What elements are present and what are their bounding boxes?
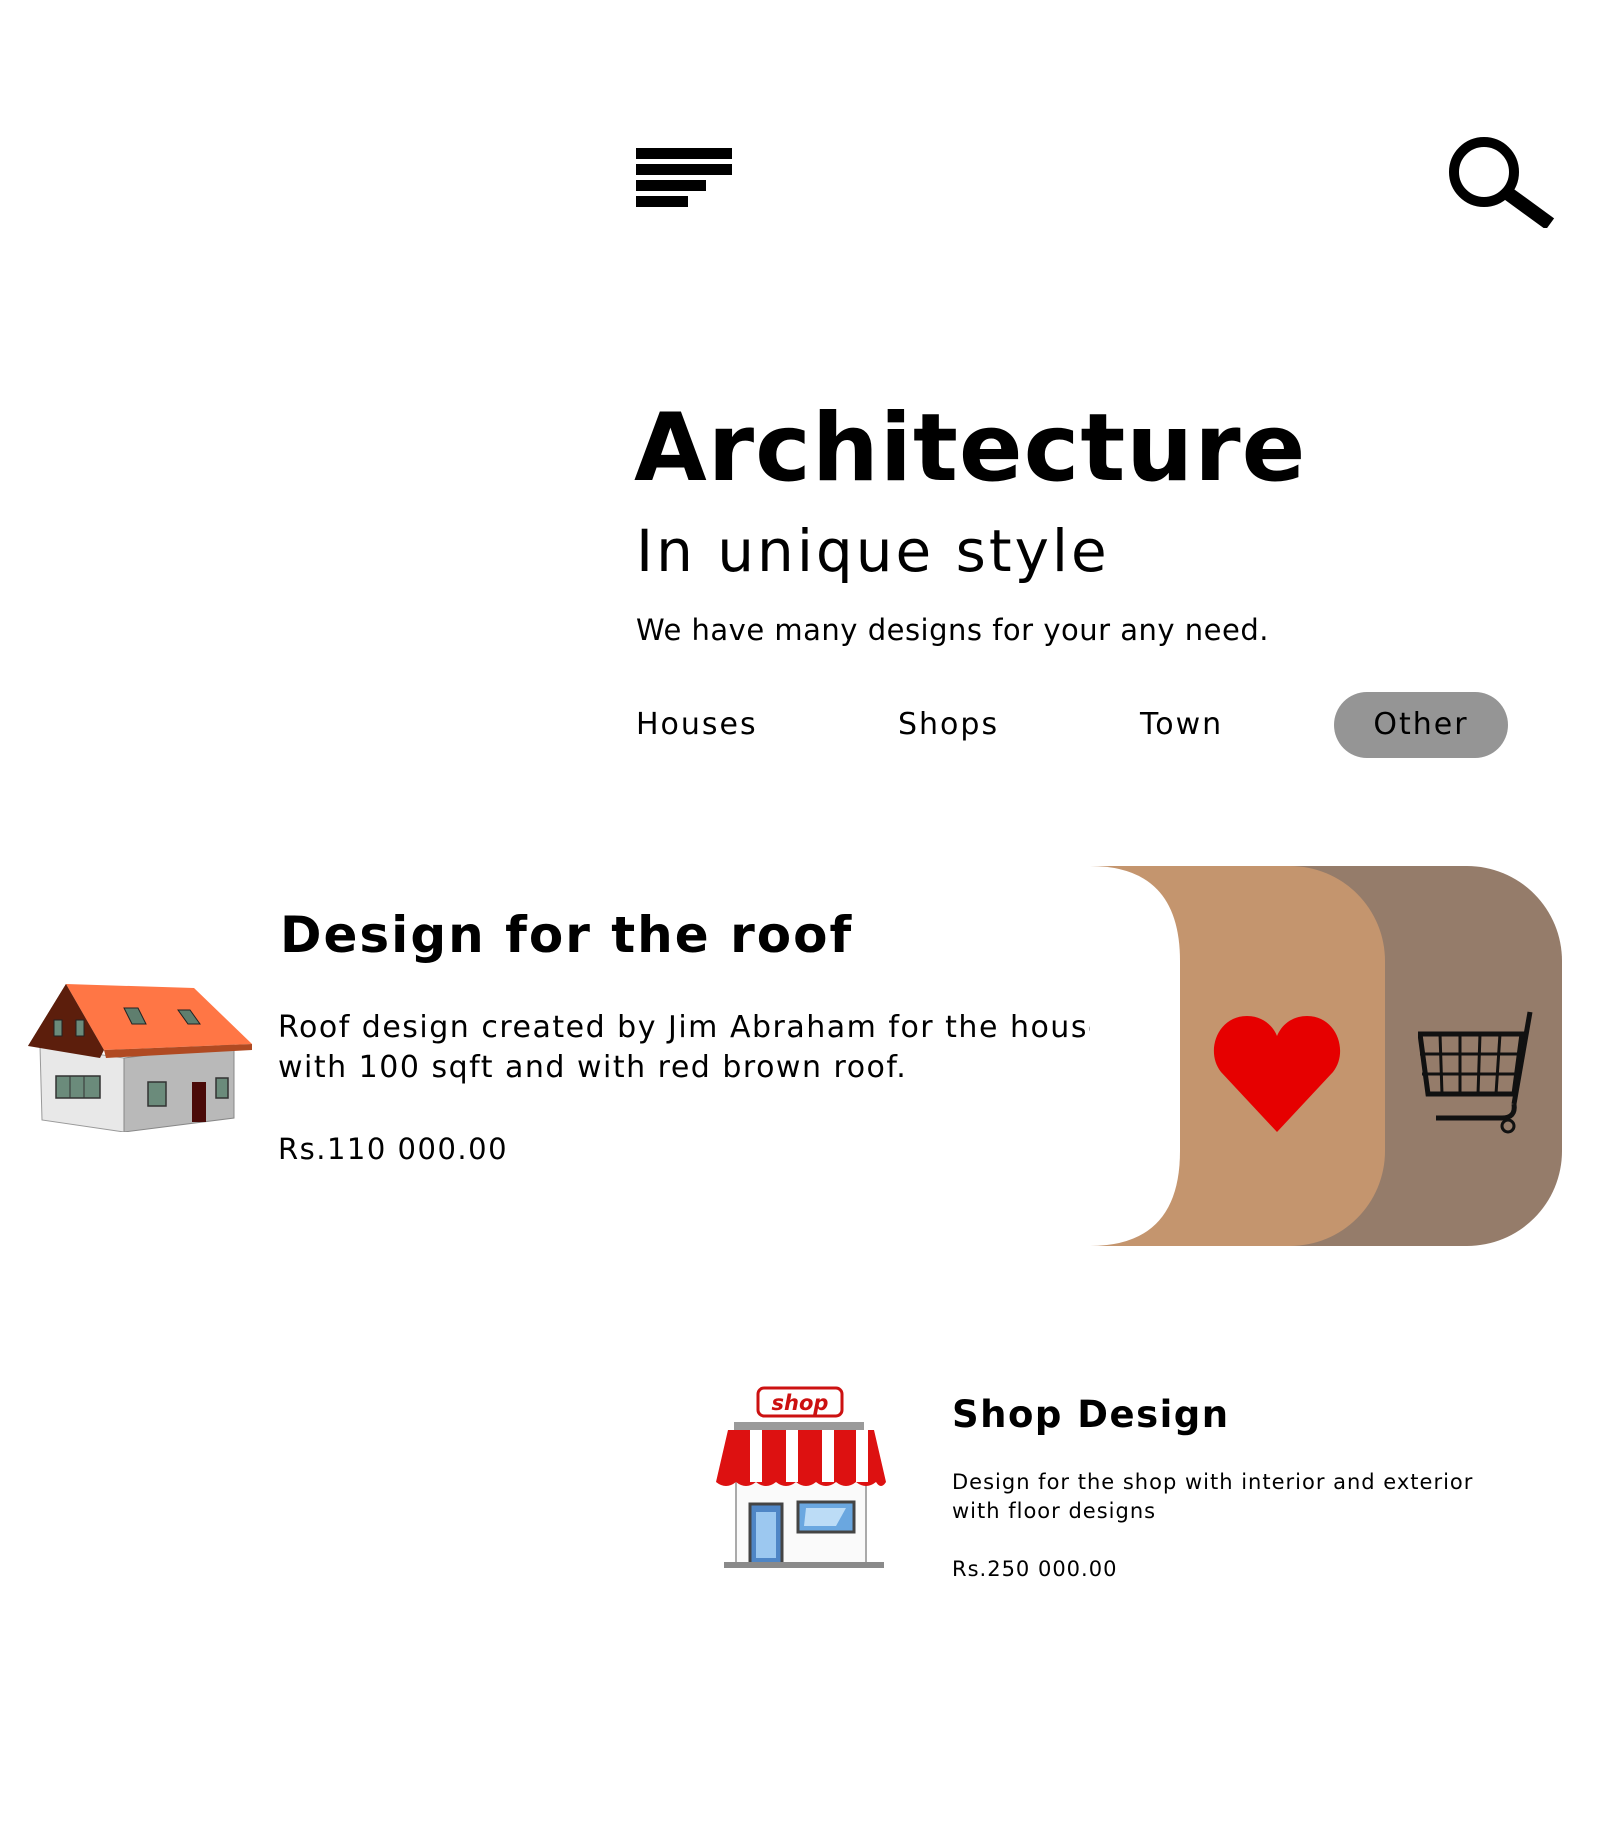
page-subtitle: In unique style [636, 517, 1110, 585]
tab-shops[interactable]: Shops [898, 692, 999, 758]
search-icon [1449, 137, 1555, 230]
favorite-button[interactable] [1180, 866, 1384, 1246]
featured-description: Roof design created by Jim Abraham for t… [278, 1010, 1126, 1085]
menu-bar [636, 148, 732, 159]
shop-price: Rs.250 000.00 [952, 1557, 1118, 1581]
add-to-cart-button[interactable] [1384, 866, 1562, 1246]
search-button[interactable] [1446, 136, 1556, 230]
hero-description: We have many designs for your any need. [636, 613, 1269, 647]
tab-other[interactable]: Other [1334, 692, 1508, 758]
shop-sign-text: shop [772, 1391, 829, 1415]
shop-description: Design for the shop with interior and ex… [952, 1470, 1474, 1523]
shop-title: Shop Design [952, 1393, 1230, 1436]
menu-bar [636, 196, 688, 207]
tab-town[interactable]: Town [1140, 692, 1223, 758]
menu-bar [636, 164, 732, 175]
featured-title: Design for the roof [280, 906, 854, 964]
tab-houses[interactable]: Houses [636, 692, 758, 758]
page-title: Architecture [634, 394, 1307, 503]
menu-button[interactable] [636, 148, 732, 208]
featured-price: Rs.110 000.00 [278, 1132, 509, 1166]
house-image [26, 978, 252, 1133]
shop-image: shop [716, 1386, 886, 1574]
menu-bar [636, 180, 706, 191]
